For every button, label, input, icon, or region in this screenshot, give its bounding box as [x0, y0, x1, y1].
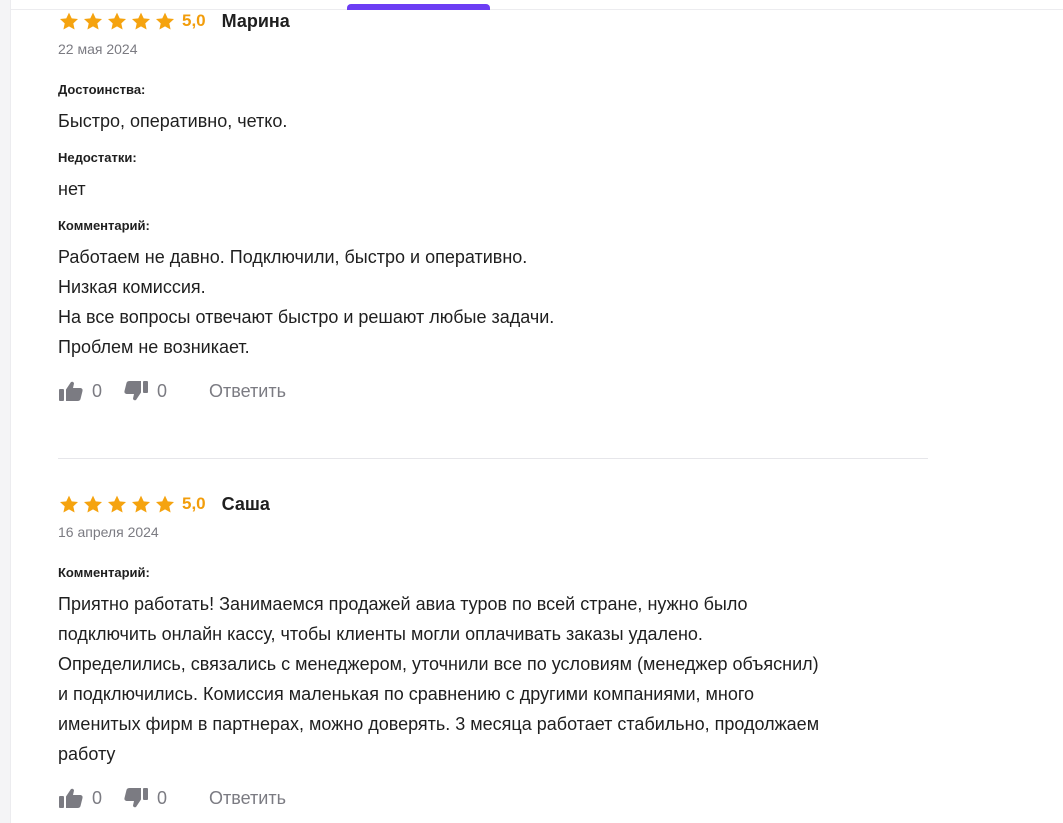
dislike-button[interactable]: 0	[123, 787, 167, 809]
thumbs-down-icon	[124, 381, 149, 401]
review-date: 16 апреля 2024	[58, 524, 159, 540]
text-line: На все вопросы отвечают быстро и решают …	[58, 307, 555, 327]
review-author: Марина	[221, 10, 290, 31]
text-line: именитых фирм в партнерах, можно доверят…	[58, 714, 820, 734]
text-line: подключить онлайн кассу, чтобы клиенты м…	[58, 624, 703, 644]
text-line: Работаем не давно. Подключили, быстро и …	[58, 247, 528, 267]
pros-label: Достоинства:	[58, 82, 146, 97]
thumbs-up-icon	[59, 788, 83, 808]
dislike-count: 0	[157, 787, 168, 808]
review-actions: 0 0 Ответить	[58, 786, 928, 810]
comment-label: Комментарий:	[58, 565, 150, 580]
review-date: 22 мая 2024	[58, 41, 138, 57]
star-icon	[107, 495, 127, 513]
star-rating	[58, 494, 178, 515]
star-icon	[59, 495, 79, 513]
pros-text: Быстро, оперативно, четко.	[58, 106, 928, 136]
review-divider	[58, 458, 928, 459]
like-count: 0	[92, 787, 103, 808]
like-button[interactable]: 0	[58, 380, 102, 402]
rating-value: 5,0	[182, 11, 206, 30]
text-line: Определились, связались с менеджером, ут…	[58, 654, 819, 674]
comment-text: Приятно работать! Занимаемся продажей ав…	[58, 589, 928, 769]
dislike-button[interactable]: 0	[123, 380, 167, 402]
reviews-page: 5,0 Марина 22 мая 2024 Достоинства: Быст…	[0, 0, 1063, 823]
star-icon	[131, 12, 151, 30]
review-header: 5,0 Марина	[58, 9, 928, 33]
review-card: 5,0 Саша 16 апреля 2024 Комментарий: При…	[58, 492, 928, 810]
review-card: 5,0 Марина 22 мая 2024 Достоинства: Быст…	[58, 9, 928, 403]
text-line: работу	[58, 744, 116, 764]
text-line: Проблем не возникает.	[58, 337, 250, 357]
reply-link[interactable]: Ответить	[209, 381, 286, 402]
text-line: Приятно работать! Занимаемся продажей ав…	[58, 594, 748, 614]
like-button[interactable]: 0	[58, 787, 102, 809]
comment-label: Комментарий:	[58, 218, 150, 233]
review-actions: 0 0 Ответить	[58, 379, 928, 403]
cons-label: Недостатки:	[58, 150, 137, 165]
star-icon	[107, 12, 127, 30]
text-line: Низкая комиссия.	[58, 277, 206, 297]
review-author: Саша	[221, 493, 270, 514]
star-rating	[58, 11, 178, 32]
thumbs-down-icon	[124, 788, 149, 808]
dislike-count: 0	[157, 380, 168, 401]
cons-text: нет	[58, 174, 928, 204]
left-rail	[0, 0, 11, 823]
star-icon	[59, 12, 79, 30]
text-line: и подключились. Комиссия маленькая по ср…	[58, 684, 755, 704]
rating-value: 5,0	[182, 494, 206, 513]
reply-link[interactable]: Ответить	[209, 788, 286, 809]
star-icon	[155, 495, 175, 513]
star-icon	[131, 495, 151, 513]
star-icon	[83, 12, 103, 30]
like-count: 0	[92, 380, 103, 401]
review-header: 5,0 Саша	[58, 492, 928, 516]
text-line: нет	[58, 179, 86, 199]
star-icon	[155, 12, 175, 30]
thumbs-up-icon	[59, 381, 83, 401]
comment-text: Работаем не давно. Подключили, быстро и …	[58, 242, 928, 362]
text-line: Быстро, оперативно, четко.	[58, 111, 288, 131]
star-icon	[83, 495, 103, 513]
